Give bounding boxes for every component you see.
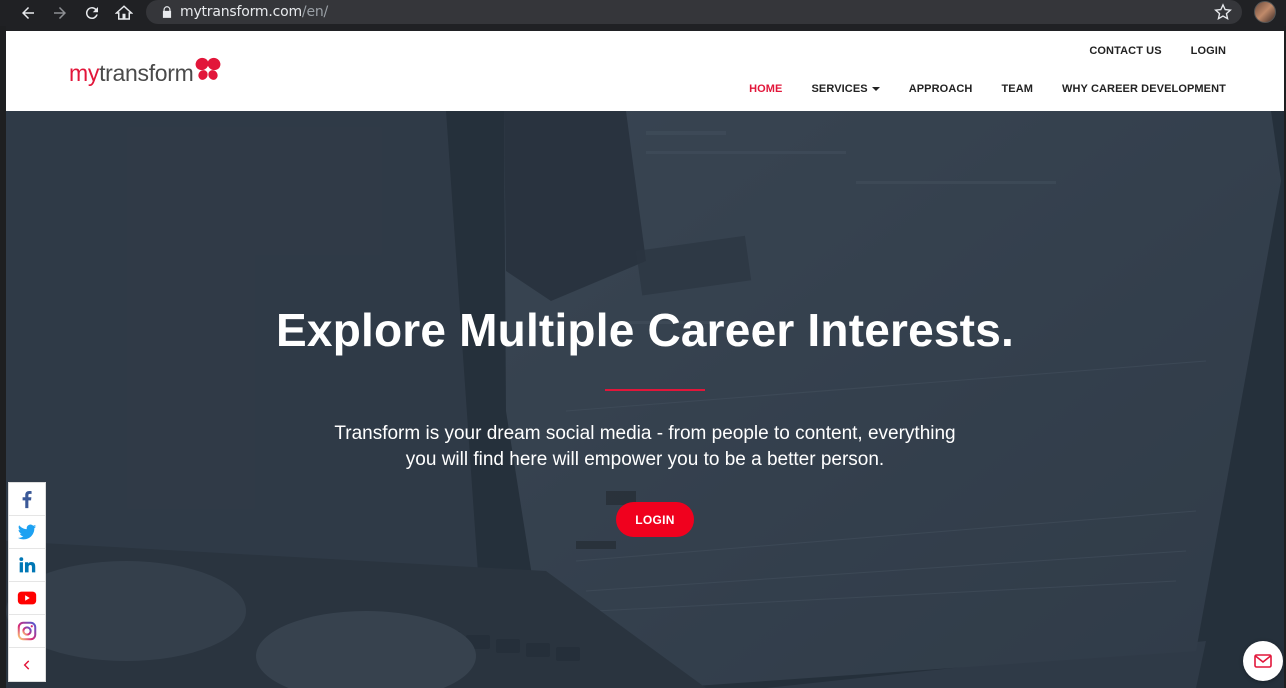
linkedin-link[interactable] <box>9 549 45 582</box>
instagram-link[interactable] <box>9 615 45 648</box>
social-share-bar <box>8 482 46 682</box>
logo-text: mytransform <box>69 60 194 86</box>
hero-section: Explore Multiple Career Interests. Trans… <box>6 111 1284 688</box>
collapse-social-button[interactable] <box>9 648 45 681</box>
arrow-left-icon <box>22 7 34 19</box>
instagram-icon <box>17 621 37 641</box>
site-header: mytransform CONTACT US LOGIN HOME SERVIC… <box>6 31 1284 111</box>
nav-home[interactable]: HOME <box>749 83 782 95</box>
nav-approach[interactable]: APPROACH <box>909 83 973 95</box>
lock-icon <box>162 6 172 18</box>
nav-why-career-development[interactable]: WHY CAREER DEVELOPMENT <box>1062 83 1226 95</box>
mail-icon <box>1254 654 1272 668</box>
reload-button[interactable] <box>81 2 103 24</box>
nav-services-label: SERVICES <box>811 83 868 95</box>
top-nav: CONTACT US LOGIN <box>1089 45 1226 57</box>
site-logo[interactable]: mytransform <box>69 57 221 85</box>
nav-services[interactable]: SERVICES <box>811 83 880 95</box>
chevron-left-icon <box>23 659 30 670</box>
hero-login-button[interactable]: LOGIN <box>616 502 694 537</box>
bookmark-star-icon[interactable] <box>1214 3 1232 21</box>
contact-us-link[interactable]: CONTACT US <box>1089 45 1161 57</box>
main-nav: HOME SERVICES APPROACH TEAM WHY CAREER D… <box>749 83 1226 95</box>
facebook-link[interactable] <box>9 483 45 516</box>
home-icon <box>115 5 133 20</box>
forward-button[interactable] <box>49 2 71 24</box>
hero-subtitle: Transform is your dream social media - f… <box>6 421 1284 473</box>
arrow-right-icon <box>54 7 66 19</box>
butterfly-logo-icon <box>195 57 220 80</box>
hero-title: Explore Multiple Career Interests. <box>276 304 1014 356</box>
home-button[interactable] <box>113 2 135 24</box>
twitter-icon <box>17 524 37 540</box>
facebook-icon <box>22 491 32 509</box>
youtube-icon <box>17 591 37 605</box>
address-bar[interactable]: mytransform.com/en/ <box>146 0 1242 24</box>
youtube-link[interactable] <box>9 582 45 615</box>
contact-mail-button[interactable] <box>1243 641 1283 681</box>
hero-subtitle-line-1: Transform is your dream social media - f… <box>334 423 956 444</box>
reload-icon <box>85 7 98 20</box>
linkedin-icon <box>19 557 36 573</box>
caret-down-icon <box>871 87 880 92</box>
browser-toolbar: mytransform.com/en/ <box>0 0 1286 26</box>
nav-team[interactable]: TEAM <box>1001 83 1033 95</box>
login-link[interactable]: LOGIN <box>1191 45 1226 57</box>
profile-avatar[interactable] <box>1254 1 1276 23</box>
url-text: mytransform.com/en/ <box>180 4 329 20</box>
hero-subtitle-line-2: you will find here will empower you to b… <box>405 449 885 470</box>
twitter-link[interactable] <box>9 516 45 549</box>
back-button[interactable] <box>17 2 39 24</box>
hero-divider <box>605 389 705 391</box>
hero-overlay <box>6 111 1284 688</box>
